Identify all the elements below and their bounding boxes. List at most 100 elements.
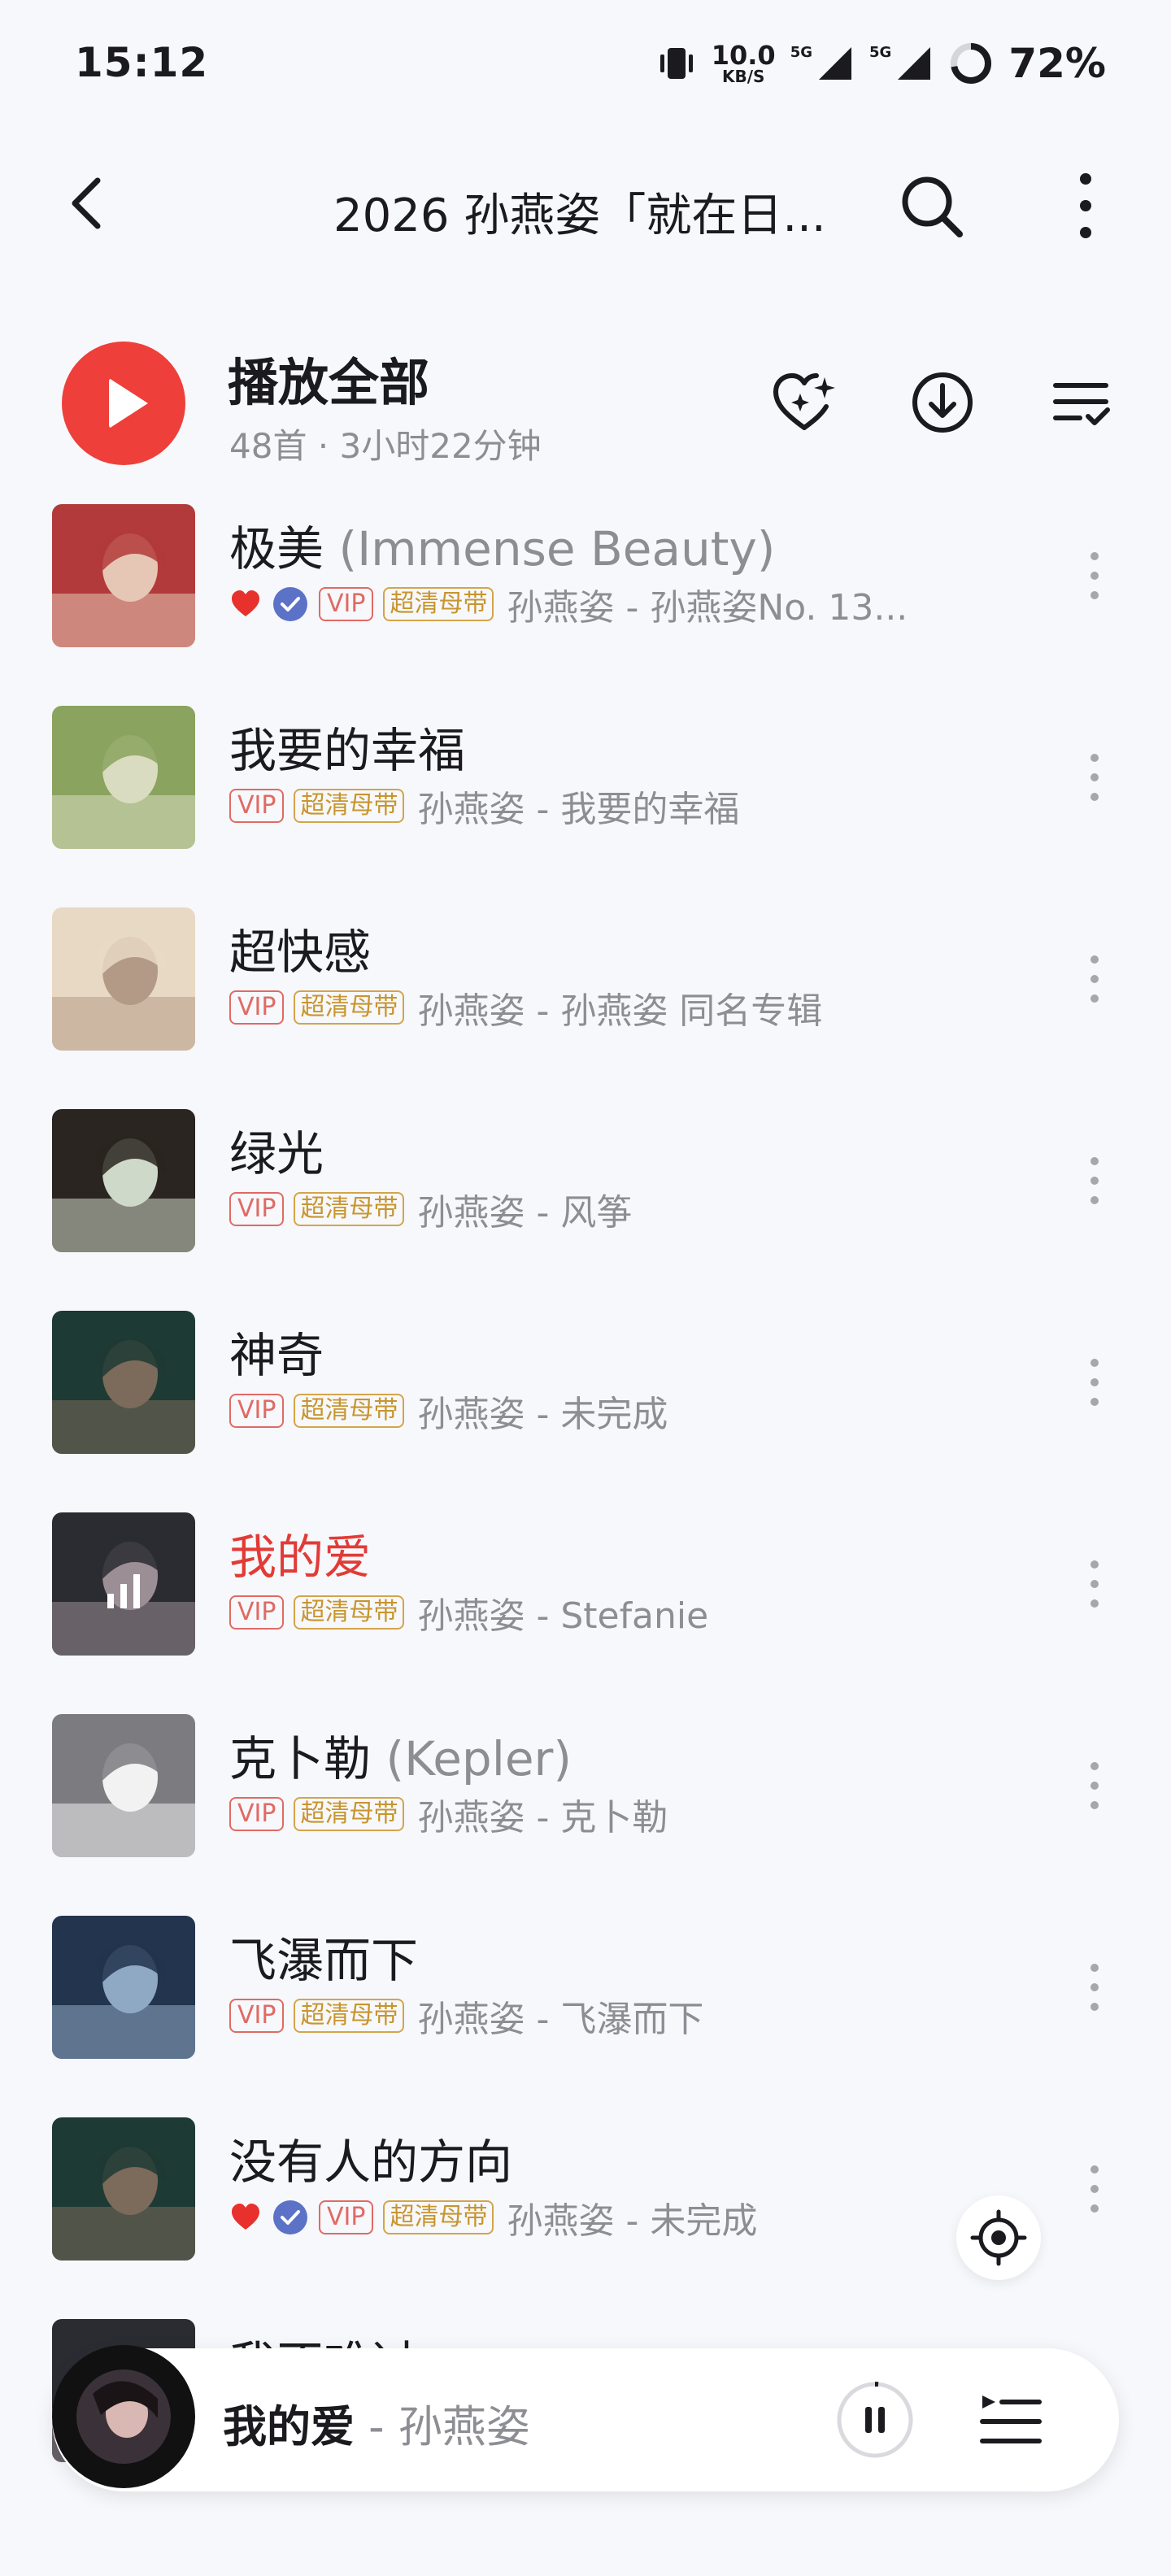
vip-badge: VIP [229,1595,285,1630]
master-quality-badge: 超清母带 [383,2200,494,2234]
more-vertical-icon [1090,1157,1099,1204]
song-row[interactable]: 神奇 VIP 超清母带 孙燕姿 - 未完成 [0,1311,1171,1512]
mini-player-artist: - 孙燕姿 [355,2401,530,2452]
mini-player[interactable]: 我的爱 - 孙燕姿 [52,2345,1119,2491]
play-all-label[interactable]: 播放全部 [228,342,429,415]
vip-badge: VIP [319,2200,374,2234]
multi-select-button[interactable] [1044,366,1117,439]
more-vertical-icon [1090,552,1099,599]
song-name: 超快感 [229,925,372,980]
song-meta: VIP 超清母带 孙燕姿 - 克卜勒 [229,1792,668,1838]
more-vertical-icon [1090,1964,1099,2011]
more-vertical-icon [1090,955,1099,1003]
more-vertical-icon [1090,754,1099,801]
battery-ring-icon [951,43,992,84]
vip-badge: VIP [319,587,374,621]
pause-button[interactable] [833,2378,917,2462]
vip-badge: VIP [229,1797,285,1831]
vip-badge: VIP [229,1192,285,1226]
mini-player-disc[interactable] [52,2345,195,2488]
master-quality-badge: 超清母带 [294,1797,405,1831]
song-more-button[interactable] [1073,745,1116,810]
search-icon [902,176,963,237]
more-vertical-icon [1090,1359,1099,1406]
net-label-1: 5G [790,43,812,61]
song-name: 神奇 [229,1328,324,1383]
play-icon [109,378,148,429]
song-row[interactable]: 我的爱 VIP 超清母带 孙燕姿 - Stefanie [0,1512,1171,1714]
song-more-button[interactable] [1073,1350,1116,1415]
song-row[interactable]: 绿光 VIP 超清母带 孙燕姿 - 风筝 [0,1109,1171,1311]
song-subtitle: (Immense Beauty) [324,521,776,577]
master-quality-badge: 超清母带 [294,1595,405,1630]
favorite-playlist-button[interactable] [768,366,841,439]
song-row[interactable]: 克卜勒 (Kepler) VIP 超清母带 孙燕姿 - 克卜勒 [0,1714,1171,1916]
mini-player-title: 我的爱 - 孙燕姿 [223,2391,530,2455]
master-quality-badge: 超清母带 [383,587,494,621]
net-label-2: 5G [869,43,892,61]
download-all-button[interactable] [906,366,979,439]
song-name: 极美 [229,521,324,577]
song-more-button[interactable] [1073,1551,1116,1617]
signal-icon [819,47,851,80]
downloaded-check-icon [273,587,307,621]
song-row[interactable]: 飞瀑而下 VIP 超清母带 孙燕姿 - 飞瀑而下 [0,1916,1171,2117]
download-icon [912,372,973,433]
chevron-left-icon [72,177,101,229]
artist-album: 孙燕姿 - 未完成 [417,1394,668,1435]
pause-icon [837,2382,913,2458]
song-subtitle: (Kepler) [371,1731,572,1786]
vibrate-icon [660,48,693,79]
song-row[interactable]: 我要的幸福 VIP 超清母带 孙燕姿 - 我要的幸福 [0,706,1171,907]
album-cover [52,1714,195,1857]
mini-player-cover [76,2369,171,2464]
vip-badge: VIP [229,990,285,1025]
status-bar: 15:12 10.0 KB/S 5G 5G 72% [0,0,1171,130]
album-cover [52,1916,195,2059]
song-meta: VIP 超清母带 孙燕姿 - 飞瀑而下 [229,1994,703,2040]
mini-player-song: 我的爱 [223,2401,355,2452]
battery-level: 72% [1008,40,1106,87]
song-more-button[interactable] [1073,1148,1116,1213]
album-cover [52,1109,195,1252]
song-more-button[interactable] [1073,1955,1116,2020]
more-button[interactable] [1057,169,1114,242]
artist-album: 孙燕姿 - 克卜勒 [417,1797,668,1838]
queue-button[interactable] [971,2381,1049,2459]
song-row[interactable]: 极美 (Immense Beauty) VIP 超清母带 孙燕姿 - 孙燕姿No. 1… [0,504,1171,706]
vip-badge: VIP [229,789,285,823]
artist-album: 孙燕姿 - 飞瀑而下 [417,1999,704,2040]
artist-album: 孙燕姿 - Stefanie [417,1595,709,1637]
song-more-button[interactable] [1073,543,1116,608]
title-bar: 2026 孙燕姿「就在日... [0,138,1171,268]
song-meta: VIP 超清母带 孙燕姿 - 未完成 [229,1389,668,1435]
song-more-button[interactable] [1073,946,1116,1012]
heart-sparkle-icon [773,373,835,430]
song-title: 没有人的方向 [229,2124,512,2192]
song-row[interactable]: 超快感 VIP 超清母带 孙燕姿 - 孙燕姿 同名专辑 [0,907,1171,1109]
signal-icon-2 [898,47,931,80]
song-meta: VIP 超清母带 孙燕姿 - 孙燕姿No. 13... [229,582,908,629]
search-button[interactable] [895,169,968,242]
artist-album: 孙燕姿 - 孙燕姿No. 13... [507,587,908,629]
song-more-button[interactable] [1073,2156,1116,2221]
play-all-header: 播放全部 48首 · 3小时22分钟 [0,333,1171,472]
artist-album: 孙燕姿 - 我要的幸福 [417,789,740,830]
song-name: 我的爱 [229,1530,372,1585]
song-meta: VIP 超清母带 孙燕姿 - 孙燕姿 同名专辑 [229,986,822,1032]
downloaded-check-icon [273,2200,307,2234]
playlist-summary: 48首 · 3小时22分钟 [229,426,542,466]
song-name: 克卜勒 [229,1731,372,1786]
locate-current-button[interactable] [956,2195,1041,2280]
album-cover [52,706,195,849]
song-title: 超快感 [229,914,371,982]
liked-heart-icon [232,590,259,616]
song-name: 飞瀑而下 [229,1933,419,1988]
album-cover [52,907,195,1051]
back-button[interactable] [57,171,122,236]
vip-badge: VIP [229,1999,285,2033]
status-time: 15:12 [75,39,209,86]
song-more-button[interactable] [1073,1753,1116,1818]
album-cover [52,504,195,647]
play-all-button[interactable] [62,342,185,465]
